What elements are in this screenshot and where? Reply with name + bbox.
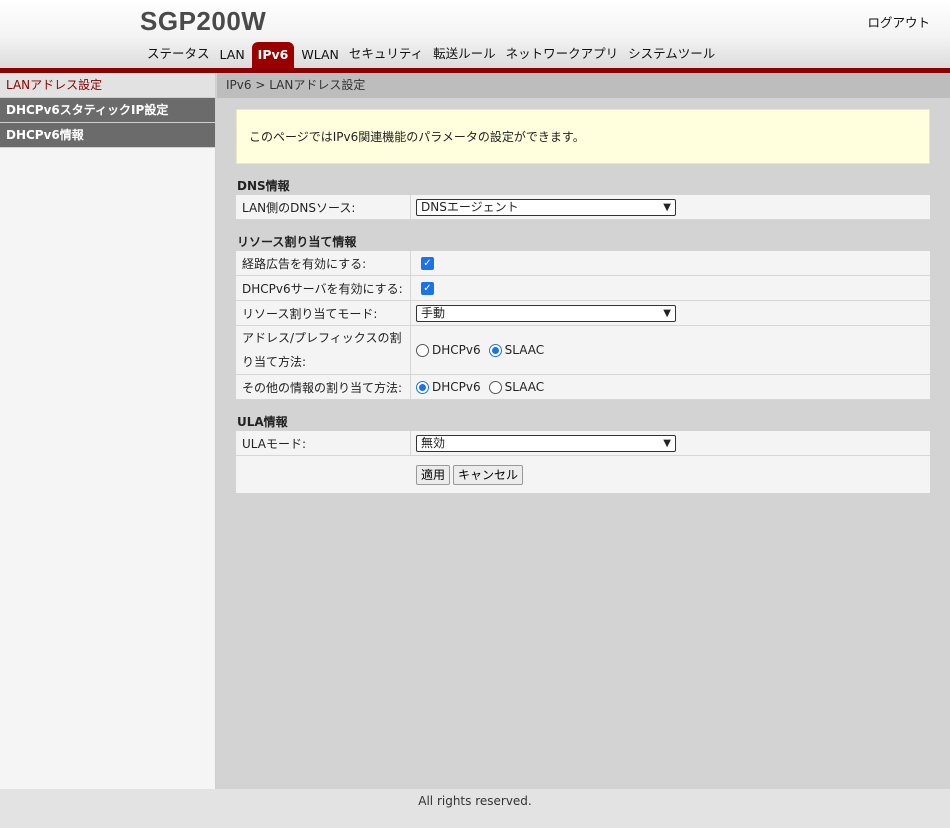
dhcp-server-checkbox[interactable]: ✓ xyxy=(421,281,434,295)
footer: All rights reserved. xyxy=(0,789,950,814)
cancel-button[interactable]: キャンセル xyxy=(453,464,524,485)
ula-mode-label: ULAモード: xyxy=(236,431,411,455)
main-content: IPv6 > LANアドレス設定 このページではIPv6関連機能のパラメータの設… xyxy=(217,73,950,789)
nav-item-system-tools[interactable]: システムツール xyxy=(623,42,720,68)
ula-section-title: ULA情報 xyxy=(237,415,288,429)
prefix-method-row: アドレス/プレフィックスの割り当て方法: DHCPv6 SLAAC xyxy=(236,326,930,375)
dhcp-server-row: DHCPv6サーバを有効にする: ✓ xyxy=(236,276,930,301)
dns-source-select[interactable]: DNSエージェント ▼ xyxy=(416,198,676,216)
dns-source-value: DNSエージェント xyxy=(421,199,519,214)
apply-button[interactable]: 適用 xyxy=(416,464,451,485)
nav-item-ipv6[interactable]: IPv6 xyxy=(251,42,295,68)
resource-section-title: リソース割り当て情報 xyxy=(237,235,357,249)
nav-item-wlan[interactable]: WLAN xyxy=(296,42,344,68)
nav-item-forwarding[interactable]: 転送ルール xyxy=(428,42,501,68)
main-nav: ステータス LAN IPv6 WLAN セキュリティ 転送ルール ネットワークア… xyxy=(142,42,720,68)
other-info-row: その他の情報の割り当て方法: DHCPv6 SLAAC xyxy=(236,375,930,400)
prefix-slaac-radio[interactable] xyxy=(488,343,502,357)
nav-item-status[interactable]: ステータス xyxy=(142,42,215,68)
logout-link[interactable]: ログアウト xyxy=(867,12,930,31)
chevron-down-icon: ▼ xyxy=(663,201,671,213)
ula-mode-select[interactable]: 無効 ▼ xyxy=(416,434,676,452)
prefix-slaac-label: SLAAC xyxy=(504,343,545,357)
ula-mode-row: ULAモード: 無効 ▼ xyxy=(236,431,930,456)
breadcrumb: IPv6 > LANアドレス設定 xyxy=(217,73,950,98)
nav-item-network-apps[interactable]: ネットワークアプリ xyxy=(501,42,624,68)
resource-mode-row: リソース割り当てモード: 手動 ▼ xyxy=(236,301,930,326)
brand-logo: SGP200W xyxy=(140,6,267,36)
resource-mode-label: リソース割り当てモード: xyxy=(236,301,411,325)
dns-source-row: LAN側のDNSソース: DNSエージェント ▼ xyxy=(236,195,930,220)
sidebar-item-dhcpv6-static-ip[interactable]: DHCPv6スタティックIP設定 xyxy=(0,98,215,123)
prefix-dhcpv6-label: DHCPv6 xyxy=(432,343,481,357)
ula-mode-value: 無効 xyxy=(421,435,446,450)
footer-strip xyxy=(0,814,950,828)
ra-checkbox[interactable]: ✓ xyxy=(421,256,434,270)
action-row: 適用 キャンセル xyxy=(236,456,930,493)
ra-row: 経路広告を有効にする: ✓ xyxy=(236,251,930,276)
header: SGP200W ログアウト ステータス LAN IPv6 WLAN セキュリティ… xyxy=(0,0,950,68)
sidebar-item-lan-address[interactable]: LANアドレス設定 xyxy=(0,73,215,98)
prefix-dhcpv6-radio[interactable] xyxy=(416,343,429,357)
chevron-down-icon: ▼ xyxy=(663,307,671,319)
nav-item-lan[interactable]: LAN xyxy=(215,42,250,68)
sidebar-item-dhcpv6-info[interactable]: DHCPv6情報 xyxy=(0,123,215,148)
nav-item-security[interactable]: セキュリティ xyxy=(344,42,428,68)
other-slaac-radio[interactable] xyxy=(488,380,502,394)
resource-mode-value: 手動 xyxy=(421,305,446,320)
dhcp-server-label: DHCPv6サーバを有効にする: xyxy=(236,276,411,300)
other-dhcpv6-label: DHCPv6 xyxy=(432,380,481,394)
dns-source-label: LAN側のDNSソース: xyxy=(236,195,411,219)
chevron-down-icon: ▼ xyxy=(663,437,671,449)
sidebar: LANアドレス設定 DHCPv6スタティックIP設定 DHCPv6情報 xyxy=(0,73,216,789)
info-notice: このページではIPv6関連機能のパラメータの設定ができます。 xyxy=(236,109,930,164)
ra-label: 経路広告を有効にする: xyxy=(236,251,411,275)
other-slaac-label: SLAAC xyxy=(504,380,545,394)
other-info-label: その他の情報の割り当て方法: xyxy=(236,375,411,399)
prefix-method-label: アドレス/プレフィックスの割り当て方法: xyxy=(236,326,411,374)
resource-mode-select[interactable]: 手動 ▼ xyxy=(416,304,676,322)
dns-section-title: DNS情報 xyxy=(237,179,290,193)
other-dhcpv6-radio[interactable] xyxy=(416,380,429,394)
